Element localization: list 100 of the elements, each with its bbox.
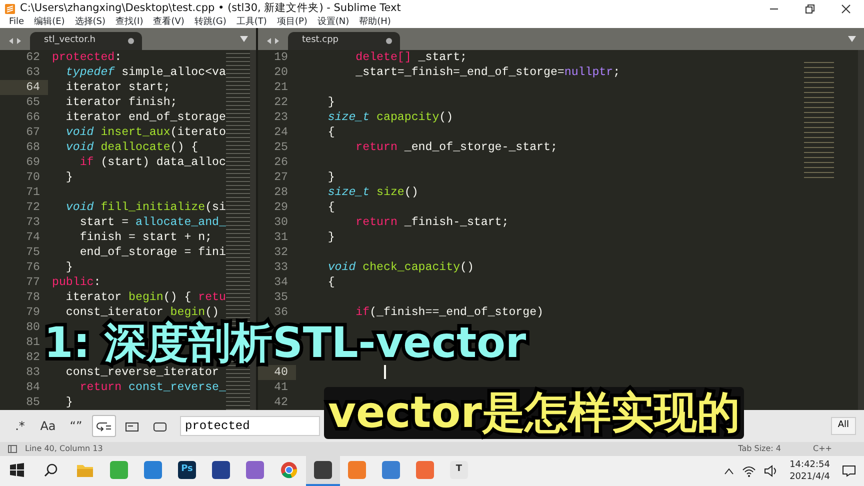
line-number: 62 bbox=[25, 50, 41, 65]
code-line: protected: bbox=[52, 51, 122, 64]
globe-icon[interactable] bbox=[280, 461, 298, 479]
menu-item[interactable]: 设置(N) bbox=[312, 17, 354, 28]
panel-icon[interactable] bbox=[8, 445, 17, 453]
restore-icon[interactable] bbox=[805, 4, 815, 14]
code-line: delete[] _start; bbox=[354, 51, 467, 64]
editor-tab[interactable]: test.cpp bbox=[288, 32, 400, 50]
tab-arrows-icon[interactable] bbox=[266, 36, 280, 46]
line-number: 78 bbox=[25, 290, 41, 305]
code-line: } bbox=[326, 96, 335, 109]
menu-item[interactable]: 编辑(E) bbox=[29, 17, 70, 28]
app-tile-icon[interactable]: T bbox=[450, 461, 468, 479]
code-line: void insert_aux(iterato bbox=[64, 126, 226, 139]
menu-item[interactable]: 查看(V) bbox=[148, 17, 190, 28]
code-line: } bbox=[326, 231, 335, 244]
line-number: 32 bbox=[273, 245, 289, 260]
menu-item[interactable]: File bbox=[4, 17, 30, 28]
menu-item[interactable]: 帮助(H) bbox=[354, 17, 396, 28]
app-tile-icon[interactable] bbox=[144, 461, 162, 479]
close-icon[interactable] bbox=[841, 4, 851, 14]
line-number: 24 bbox=[273, 125, 289, 140]
line-number: 68 bbox=[25, 140, 41, 155]
notification-icon[interactable] bbox=[842, 465, 856, 477]
line-number: 84 bbox=[25, 380, 41, 395]
line-number: 63 bbox=[25, 65, 41, 80]
line-number: 70 bbox=[25, 170, 41, 185]
line-number: 85 bbox=[25, 395, 41, 410]
menu-item[interactable]: 查找(I) bbox=[110, 17, 148, 28]
code-line: } bbox=[64, 171, 73, 184]
editor-tab[interactable]: stl_vector.h bbox=[30, 32, 142, 50]
line-number: 20 bbox=[273, 65, 289, 80]
line-number: 82 bbox=[25, 350, 41, 365]
code-line: end_of_storage = fini bbox=[78, 246, 226, 259]
app-tile-icon[interactable] bbox=[110, 461, 128, 479]
find-option-toggle[interactable]: Aa bbox=[36, 415, 60, 437]
wrap-toggle[interactable] bbox=[92, 415, 116, 437]
app-tile-icon[interactable] bbox=[314, 461, 332, 479]
line-number: 36 bbox=[273, 305, 289, 320]
syntax-label[interactable]: C++ bbox=[813, 443, 832, 455]
tab-arrows-icon[interactable] bbox=[8, 36, 22, 46]
find-field[interactable]: protected bbox=[180, 416, 320, 436]
app-tile-icon[interactable] bbox=[212, 461, 230, 479]
window-title: C:\Users\zhangxing\Desktop\test.cpp • (stl30, 新建文件夹) - Sublime Text bbox=[20, 0, 402, 16]
code-line: typedef simple_alloc<va bbox=[64, 66, 226, 79]
line-number: 64 bbox=[0, 80, 48, 95]
line-number: 28 bbox=[273, 185, 289, 200]
app-tile-icon[interactable] bbox=[382, 461, 400, 479]
line-number: 27 bbox=[273, 170, 289, 185]
code-line: start = allocate_and_ bbox=[78, 216, 226, 229]
code-line: iterator begin() { retu bbox=[64, 291, 226, 304]
line-number: 31 bbox=[273, 230, 289, 245]
line-number: 41 bbox=[273, 380, 289, 395]
line-number: 71 bbox=[25, 185, 41, 200]
line-number: 26 bbox=[273, 155, 289, 170]
line-number: 73 bbox=[25, 215, 41, 230]
clock-date[interactable]: 2021/4/4 bbox=[790, 471, 830, 483]
line-number: 69 bbox=[25, 155, 41, 170]
dropdown-icon[interactable] bbox=[240, 36, 248, 42]
selection-icon bbox=[124, 420, 140, 434]
line-number: 33 bbox=[273, 260, 289, 275]
code-line: { bbox=[326, 126, 335, 139]
line-number: 76 bbox=[25, 260, 41, 275]
line-number: 67 bbox=[25, 125, 41, 140]
line-number: 77 bbox=[25, 275, 41, 290]
caret-up-icon[interactable] bbox=[724, 467, 734, 475]
find-option-toggle[interactable]: .* bbox=[8, 415, 32, 437]
code-line: finish = start + n; bbox=[78, 231, 212, 244]
dropdown-icon[interactable] bbox=[848, 36, 856, 42]
wifi-icon[interactable] bbox=[742, 465, 756, 477]
code-line: void check_capacity() bbox=[326, 261, 474, 274]
find-option-toggle[interactable]: “” bbox=[64, 415, 88, 437]
cursor-position: Line 40, Column 13 bbox=[25, 443, 103, 455]
code-line: _start=_finish=_end_of_storge=nullptr; bbox=[354, 66, 620, 79]
line-number: 25 bbox=[273, 140, 289, 155]
line-number: 19 bbox=[273, 50, 289, 65]
app-tile-icon[interactable] bbox=[348, 461, 366, 479]
tab-size[interactable]: Tab Size: 4 bbox=[738, 443, 781, 455]
line-number: 80 bbox=[25, 320, 41, 335]
line-number: 23 bbox=[273, 110, 289, 125]
clock-time[interactable]: 14:42:54 bbox=[790, 459, 830, 471]
code-line: return _finish-_start; bbox=[354, 216, 509, 229]
menu-item[interactable]: 工具(T) bbox=[231, 17, 272, 28]
menu-item[interactable]: 项目(P) bbox=[272, 17, 312, 28]
speaker-icon[interactable] bbox=[764, 465, 778, 477]
code-line: } bbox=[326, 171, 335, 184]
menu-item[interactable]: 选择(S) bbox=[70, 17, 111, 28]
app-logo-icon bbox=[4, 2, 16, 14]
app-tile-icon[interactable] bbox=[246, 461, 264, 479]
app-tile-icon[interactable]: Ps bbox=[178, 461, 196, 479]
search-icon[interactable] bbox=[44, 463, 58, 477]
menu-item[interactable]: 转跳(G) bbox=[189, 17, 232, 28]
code-line: iterator end_of_storage bbox=[64, 111, 226, 124]
find-all-button[interactable]: All bbox=[830, 417, 856, 435]
code-line: void deallocate() { bbox=[64, 141, 198, 154]
headline-caption: 1: 深度剖析STL-vector bbox=[44, 320, 526, 366]
code-line: if(_finish==_end_of_storge) bbox=[354, 306, 544, 319]
code-line: size_t capapcity() bbox=[326, 111, 454, 124]
app-tile-icon[interactable] bbox=[416, 461, 434, 479]
windows-start-icon[interactable] bbox=[10, 463, 24, 477]
